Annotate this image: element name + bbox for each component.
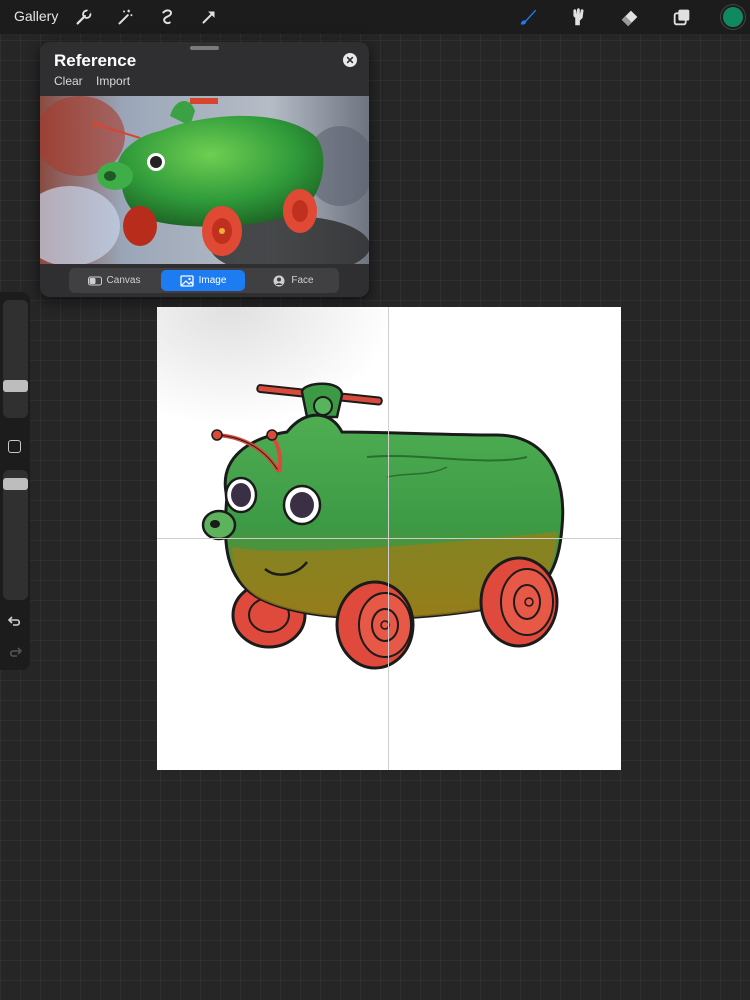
close-icon[interactable] — [343, 53, 357, 67]
tab-image-label: Image — [198, 275, 227, 286]
drawing-guide-horizontal — [157, 538, 621, 539]
selection-icon[interactable] — [155, 5, 179, 29]
left-sidebar — [0, 292, 30, 670]
tab-canvas-label: Canvas — [106, 275, 141, 286]
brush-size-slider[interactable] — [3, 300, 28, 418]
reference-image — [40, 96, 369, 264]
tab-canvas[interactable]: Canvas — [71, 270, 157, 291]
panel-grabber[interactable] — [190, 46, 219, 50]
transform-arrow-icon[interactable] — [197, 5, 221, 29]
tab-image[interactable]: Image — [161, 270, 245, 291]
image-icon — [179, 274, 194, 287]
magic-wand-icon[interactable] — [113, 5, 137, 29]
tab-face-label: Face — [291, 275, 314, 286]
wrench-icon[interactable] — [72, 5, 96, 29]
redo-icon[interactable] — [7, 644, 23, 660]
smudge-icon[interactable] — [566, 5, 590, 29]
brush-icon[interactable] — [516, 5, 540, 29]
canvas-toggle-icon — [87, 276, 102, 285]
layers-icon[interactable] — [670, 5, 694, 29]
drawing-canvas[interactable] — [157, 307, 621, 770]
reference-panel: Reference Clear Import Canvas Image Face — [40, 42, 369, 297]
undo-icon[interactable] — [7, 613, 23, 629]
brush-size-thumb[interactable] — [3, 380, 28, 392]
import-button[interactable]: Import — [96, 74, 130, 88]
top-toolbar: Gallery — [0, 0, 750, 34]
gallery-button[interactable]: Gallery — [14, 8, 58, 24]
face-icon — [273, 275, 285, 286]
color-picker-swatch[interactable] — [723, 7, 743, 27]
modify-button[interactable] — [8, 440, 21, 453]
reference-actions: Clear Import — [54, 74, 140, 88]
eraser-icon[interactable] — [618, 5, 642, 29]
tab-face[interactable]: Face — [249, 270, 337, 291]
clear-button[interactable]: Clear — [54, 74, 83, 88]
reference-mode-segmented-control: Canvas Image Face — [69, 268, 339, 293]
opacity-thumb[interactable] — [3, 478, 28, 490]
reference-title: Reference — [54, 51, 137, 70]
